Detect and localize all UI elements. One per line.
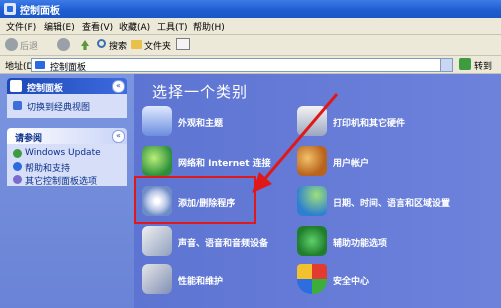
annotation-arrow — [252, 93, 339, 193]
